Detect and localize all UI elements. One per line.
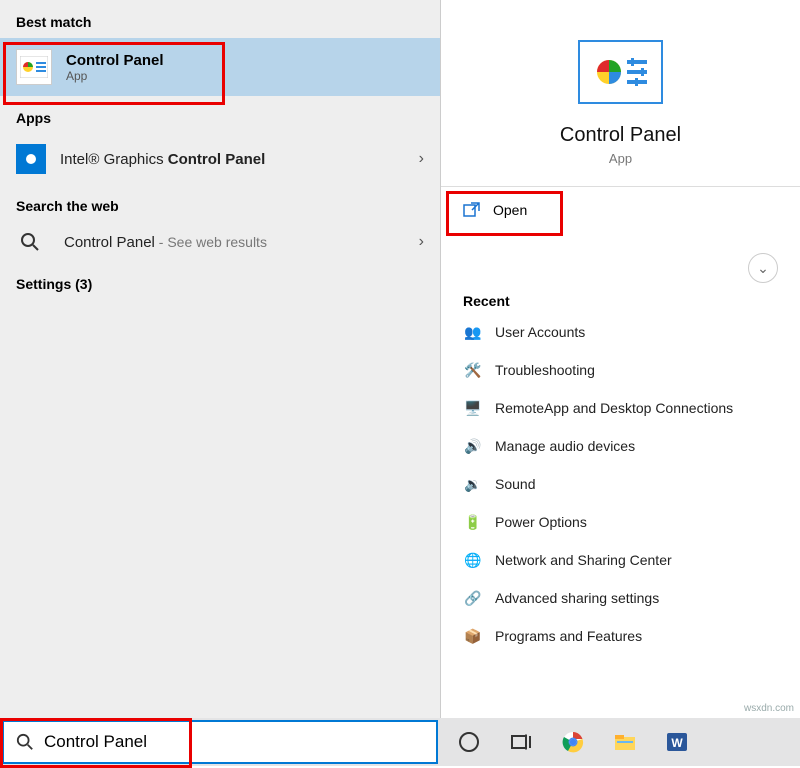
web-result[interactable]: Control Panel - See web results ›: [0, 222, 440, 262]
start-search-panel: Best match Control Panel App Apps Intel®…: [0, 0, 800, 718]
cortana-button[interactable]: [446, 720, 492, 764]
remoteapp-icon: 🖥️: [463, 398, 483, 418]
intel-graphics-icon: [16, 144, 46, 174]
chevron-right-icon[interactable]: ›: [419, 233, 424, 251]
power-options-icon: 🔋: [463, 512, 483, 532]
app-result-label: Intel® Graphics Control Panel: [60, 151, 265, 168]
recent-item-troubleshooting[interactable]: 🛠️Troubleshooting: [441, 351, 800, 389]
preview-pane: Control Panel App Open ⌄ Recent 👥User Ac…: [440, 0, 800, 718]
search-web-heading: Search the web: [0, 184, 440, 222]
svg-text:W: W: [671, 736, 683, 750]
preview-title: Control Panel: [560, 124, 681, 147]
expand-button[interactable]: ⌄: [748, 253, 778, 283]
control-panel-large-icon: [578, 40, 663, 104]
taskbar: W: [0, 718, 800, 766]
recent-heading: Recent: [441, 283, 800, 313]
recent-item-remoteapp[interactable]: 🖥️RemoteApp and Desktop Connections: [441, 389, 800, 427]
recent-item-sharing[interactable]: 🔗Advanced sharing settings: [441, 579, 800, 617]
app-result-intel-graphics[interactable]: Intel® Graphics Control Panel ›: [0, 134, 440, 184]
user-accounts-icon: 👥: [463, 322, 483, 342]
chrome-button[interactable]: [550, 720, 596, 764]
recent-item-user-accounts[interactable]: 👥User Accounts: [441, 313, 800, 351]
taskbar-icons: W: [440, 720, 706, 764]
best-match-result[interactable]: Control Panel App: [0, 38, 440, 96]
preview-subtitle: App: [609, 151, 632, 166]
task-view-button[interactable]: [498, 720, 544, 764]
chevron-right-icon[interactable]: ›: [419, 150, 424, 168]
recent-item-audio-devices[interactable]: 🔊Manage audio devices: [441, 427, 800, 465]
search-icon: [20, 232, 40, 252]
watermark: wsxdn.com: [744, 703, 794, 714]
best-match-title: Control Panel: [66, 52, 164, 69]
search-icon: [16, 733, 34, 751]
recent-item-power[interactable]: 🔋Power Options: [441, 503, 800, 541]
search-input[interactable]: [44, 732, 424, 752]
sharing-icon: 🔗: [463, 588, 483, 608]
web-result-label: Control Panel - See web results: [64, 234, 267, 251]
troubleshooting-icon: 🛠️: [463, 360, 483, 380]
best-match-text: Control Panel App: [66, 52, 164, 83]
recent-list: 👥User Accounts 🛠️Troubleshooting 🖥️Remot…: [441, 313, 800, 655]
settings-heading[interactable]: Settings (3): [0, 262, 440, 300]
open-action[interactable]: Open: [441, 187, 800, 233]
recent-item-sound[interactable]: 🔉Sound: [441, 465, 800, 503]
recent-item-programs[interactable]: 📦Programs and Features: [441, 617, 800, 655]
word-button[interactable]: W: [654, 720, 700, 764]
open-label: Open: [493, 202, 527, 218]
control-panel-icon: [16, 49, 52, 85]
apps-heading: Apps: [0, 96, 440, 134]
open-icon: [463, 201, 481, 219]
audio-devices-icon: 🔊: [463, 436, 483, 456]
preview-header: Control Panel App: [441, 0, 800, 187]
best-match-heading: Best match: [0, 0, 440, 38]
file-explorer-button[interactable]: [602, 720, 648, 764]
results-column: Best match Control Panel App Apps Intel®…: [0, 0, 440, 718]
recent-item-network[interactable]: 🌐Network and Sharing Center: [441, 541, 800, 579]
network-icon: 🌐: [463, 550, 483, 570]
best-match-subtitle: App: [66, 69, 164, 83]
programs-icon: 📦: [463, 626, 483, 646]
sound-icon: 🔉: [463, 474, 483, 494]
taskbar-search[interactable]: [2, 720, 438, 764]
